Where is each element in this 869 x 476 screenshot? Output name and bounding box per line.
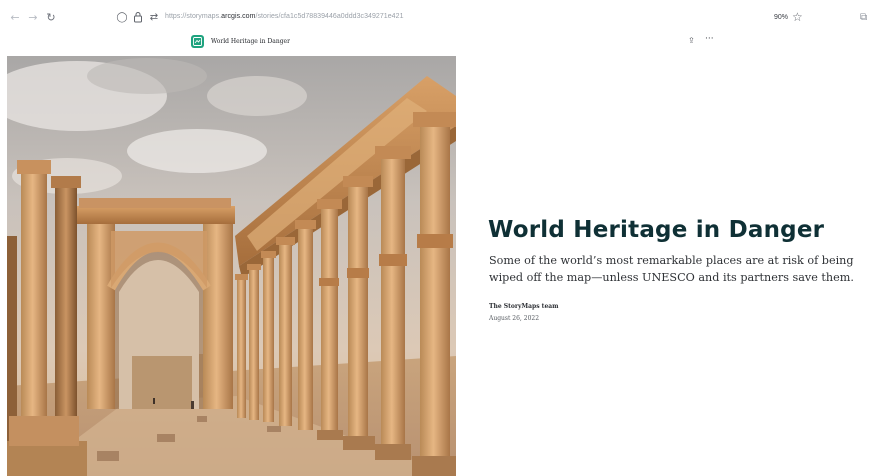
address-bar[interactable]: ◯ ⇄ https://storymaps.arcgis.com/stories… (113, 11, 825, 27)
zoom-level-badge[interactable]: 90% (774, 14, 788, 21)
url-text[interactable]: https://storymaps.arcgis.com/stories/cfa… (165, 13, 404, 20)
story-author: The StoryMaps team (489, 303, 559, 310)
story-subtitle: Some of the world’s most remarkable plac… (489, 254, 854, 284)
storymaps-logo-icon[interactable] (191, 35, 204, 48)
browser-toolbar: ← → ↻ ◯ ⇄ https://storymaps.arcgis.com/s… (0, 0, 869, 36)
story-cover-text: World Heritage in Danger Some of the wor… (456, 56, 869, 476)
bookmark-star-icon[interactable]: ☆ (792, 10, 803, 24)
url-path: /stories/cfa1c5d78839446a0ddd3c349271e42… (255, 13, 404, 20)
story-date: August 26, 2022 (489, 315, 540, 322)
story-header: World Heritage in Danger ⇪ ··· (0, 32, 869, 54)
lock-icon[interactable] (132, 11, 144, 25)
extensions-icon[interactable]: ⧉ (860, 12, 867, 23)
permissions-icon[interactable]: ⇄ (148, 11, 160, 25)
header-story-title[interactable]: World Heritage in Danger (211, 38, 290, 45)
url-host: arcgis.com (221, 13, 256, 20)
share-icon[interactable]: ⇪ (688, 36, 695, 45)
back-arrow-icon[interactable]: ← (9, 12, 21, 24)
story-title: World Heritage in Danger (488, 217, 825, 243)
more-options-icon[interactable]: ··· (705, 34, 714, 44)
shield-icon[interactable]: ◯ (116, 11, 128, 25)
reload-icon[interactable]: ↻ (45, 12, 57, 24)
url-prefix: https://storymaps. (165, 13, 222, 20)
hero-image (7, 56, 456, 476)
forward-arrow-icon[interactable]: → (27, 12, 39, 24)
colonnade-photo (7, 56, 456, 476)
